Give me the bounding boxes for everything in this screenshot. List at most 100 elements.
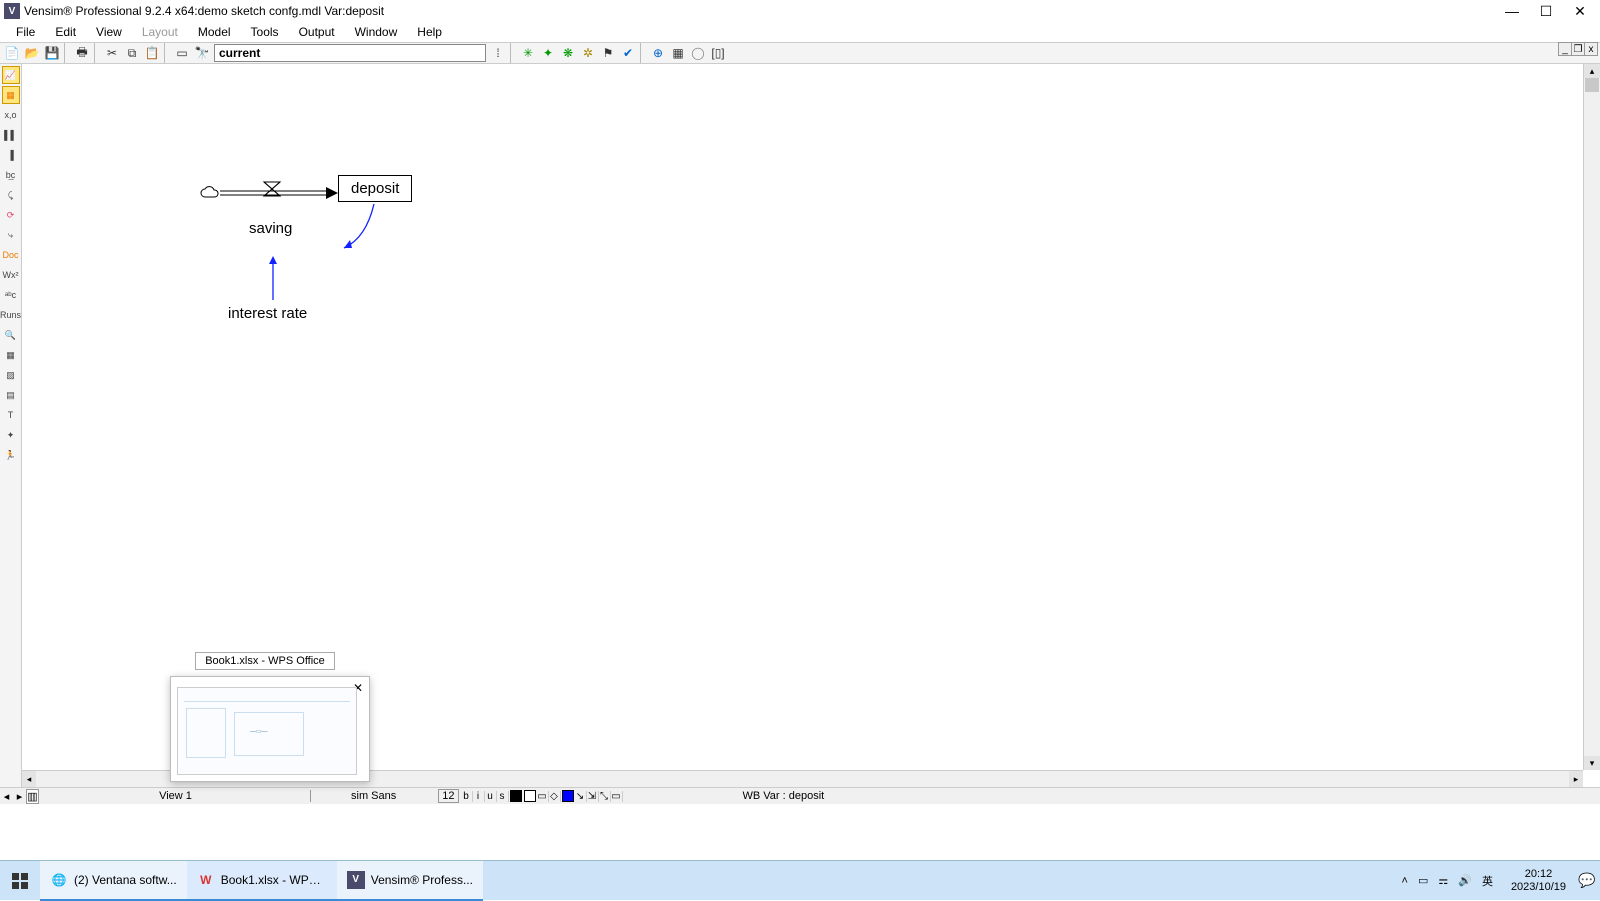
print-icon[interactable]: 🖶 (72, 43, 92, 63)
shape-box-icon[interactable]: ▭ (537, 791, 549, 802)
underline-button[interactable]: u (485, 791, 497, 802)
table-tool-icon[interactable]: ▦ (2, 86, 20, 104)
start-button[interactable] (0, 861, 40, 901)
cloud-source-icon[interactable] (200, 186, 220, 200)
grid-tool-icon[interactable]: ▦ (2, 346, 20, 364)
scroll-down-icon[interactable]: ▾ (1584, 756, 1600, 770)
dropdown-icon[interactable]: ⁞ (488, 43, 508, 63)
maximize-button[interactable]: ☐ (1538, 3, 1554, 19)
mdi-close-button[interactable]: x (1584, 42, 1598, 56)
xo-tool-icon[interactable]: x,o (2, 106, 20, 124)
scroll-up-icon[interactable]: ▴ (1584, 64, 1600, 78)
menu-file[interactable]: File (6, 23, 45, 41)
font-size[interactable]: 12 (438, 789, 458, 803)
loop-tool-icon[interactable]: ⟳ (2, 206, 20, 224)
hatch-tool-icon[interactable]: ▨ (2, 366, 20, 384)
view-prev-icon[interactable]: ◂ (0, 790, 13, 803)
flag-icon[interactable]: ⚑ (598, 43, 618, 63)
bar-tool-icon[interactable]: ▌▌ (2, 126, 20, 144)
tray-battery-icon[interactable]: ▭ (1418, 874, 1428, 887)
close-button[interactable]: ✕ (1572, 3, 1588, 19)
new-icon[interactable]: 📄 (2, 43, 22, 63)
chart-tool-icon[interactable]: ▐ (2, 146, 20, 164)
run-name-input[interactable] (214, 44, 486, 62)
arrow-style-icon[interactable]: ↘ (575, 791, 587, 802)
font-name[interactable]: sim Sans (351, 790, 396, 802)
menu-layout[interactable]: Layout (132, 23, 188, 41)
strike-button[interactable]: s (497, 791, 509, 802)
menu-view[interactable]: View (86, 23, 132, 41)
color-black-swatch[interactable] (510, 790, 522, 802)
menu-output[interactable]: Output (289, 23, 345, 41)
binoculars-icon[interactable]: 🔭 (192, 43, 212, 63)
tray-wifi-icon[interactable]: ⚎ (1438, 874, 1448, 887)
task-vensim[interactable]: V Vensim® Profess... (337, 861, 483, 901)
mdi-minimize-button[interactable]: _ (1558, 42, 1572, 56)
aux-interest-rate[interactable]: interest rate (228, 305, 307, 322)
valve-icon[interactable] (262, 180, 282, 198)
set-icon[interactable]: ▭ (172, 43, 192, 63)
abc-tool-icon[interactable]: ᵃᵇc (2, 286, 20, 304)
color-white-swatch[interactable] (524, 790, 536, 802)
spark2-tool-icon[interactable]: ✦ (2, 426, 20, 444)
control-icon[interactable]: ⊕ (648, 43, 668, 63)
italic-button[interactable]: i (473, 791, 485, 802)
run2-icon[interactable]: ✦ (538, 43, 558, 63)
doc-tool-icon[interactable]: Doc (2, 246, 20, 264)
task-edge[interactable]: 🌐 (2) Ventana softw... (40, 861, 187, 901)
menu-help[interactable]: Help (407, 23, 452, 41)
run3-icon[interactable]: ❋ (558, 43, 578, 63)
runs-tool-icon[interactable]: Runs (2, 306, 20, 324)
magnify-tool-icon[interactable]: 🔍 (2, 326, 20, 344)
wx-tool-icon[interactable]: Wx² (2, 266, 20, 284)
causes-tool-icon[interactable]: ⤹ (2, 186, 20, 204)
scroll-right-icon[interactable]: ▸ (1569, 771, 1583, 787)
view-name[interactable]: View 1 (41, 790, 311, 802)
save-icon[interactable]: 💾 (42, 43, 62, 63)
bc-tool-icon[interactable]: b͢c (2, 166, 20, 184)
mdi-restore-button[interactable]: ❐ (1571, 42, 1585, 56)
minimize-button[interactable]: — (1504, 3, 1520, 19)
scroll-left-icon[interactable]: ◂ (22, 771, 36, 787)
aux-saving[interactable]: saving (249, 220, 292, 237)
view-next-icon[interactable]: ▸ (13, 790, 26, 803)
cut-icon[interactable]: ✂ (102, 43, 122, 63)
arrow-style2-icon[interactable]: ⇲ (587, 791, 599, 802)
paste-icon[interactable]: 📋 (142, 43, 162, 63)
arrow-style3-icon[interactable]: ⤡ (599, 791, 611, 802)
tree-tool-icon[interactable]: ⤷ (2, 226, 20, 244)
open-icon[interactable]: 📂 (22, 43, 42, 63)
preview-thumbnail[interactable]: —▭— (177, 687, 357, 775)
shape-clear-icon[interactable]: ◇ (549, 791, 561, 802)
stock-deposit[interactable]: deposit (338, 175, 412, 202)
menu-model[interactable]: Model (188, 23, 241, 41)
tray-ime[interactable]: 英 (1482, 873, 1493, 889)
tray-volume-icon[interactable]: 🔊 (1458, 874, 1472, 887)
run4-icon[interactable]: ✲ (578, 43, 598, 63)
brackets-icon[interactable]: [▯] (708, 43, 728, 63)
task-wps[interactable]: W Book1.xlsx - WPS... (187, 861, 337, 901)
view-list-icon[interactable]: ▥ (26, 789, 39, 804)
scroll-thumb-v[interactable] (1585, 78, 1599, 92)
menu-edit[interactable]: Edit (45, 23, 86, 41)
vertical-scrollbar[interactable]: ▴ ▾ (1583, 64, 1600, 770)
graph-tool-icon[interactable]: 📈 (2, 66, 20, 84)
preview-body[interactable]: ✕ —▭— (170, 676, 370, 782)
globe-icon[interactable]: ◯ (688, 43, 708, 63)
arrow-interest-to-saving[interactable] (265, 252, 281, 302)
menu-window[interactable]: Window (345, 23, 408, 41)
arrow-deposit-out[interactable] (336, 200, 386, 255)
output-icon[interactable]: ▦ (668, 43, 688, 63)
tray-notifications-icon[interactable]: 💬 (1574, 872, 1600, 889)
run-icon[interactable]: ✳ (518, 43, 538, 63)
tray-chevron-icon[interactable]: ˄ (1402, 875, 1408, 887)
color-blue-swatch[interactable] (562, 790, 574, 802)
tray-clock[interactable]: 20:12 2023/10/19 (1503, 868, 1574, 894)
bold-button[interactable]: b (461, 791, 473, 802)
copy-icon[interactable]: ⧉ (122, 43, 142, 63)
menu-tools[interactable]: Tools (241, 23, 289, 41)
sheet-tool-icon[interactable]: ▤ (2, 386, 20, 404)
arrow-style4-icon[interactable]: ▭ (611, 791, 623, 802)
text-tool-icon[interactable]: T (2, 406, 20, 424)
check-icon[interactable]: ✔ (618, 43, 638, 63)
